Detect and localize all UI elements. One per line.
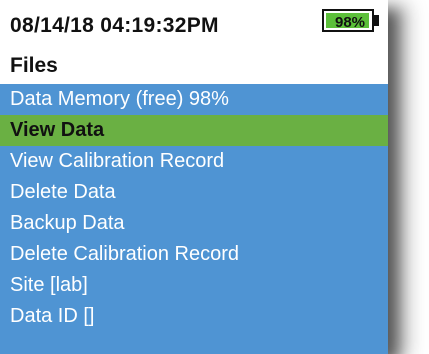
menu-item-data-memory[interactable]: Data Memory (free) 98%	[0, 84, 388, 115]
battery-cap	[374, 15, 379, 26]
battery-icon: 98%	[322, 9, 382, 34]
menu-item-backup-data[interactable]: Backup Data	[0, 208, 388, 239]
menu-item-site[interactable]: Site [lab]	[0, 270, 388, 301]
files-menu: Data Memory (free) 98% View Data View Ca…	[0, 84, 388, 354]
status-bar: 08/14/18 04:19:32PM 98%	[0, 0, 388, 50]
battery-body: 98%	[322, 9, 374, 32]
menu-item-view-data[interactable]: View Data	[0, 115, 388, 146]
page-title: Files	[10, 54, 58, 77]
device-screen: 08/14/18 04:19:32PM 98% Files Data Memor…	[0, 0, 388, 354]
menu-item-delete-data[interactable]: Delete Data	[0, 177, 388, 208]
menu-item-delete-calibration-record[interactable]: Delete Calibration Record	[0, 239, 388, 270]
menu-item-view-calibration-record[interactable]: View Calibration Record	[0, 146, 388, 177]
date-time: 08/14/18 04:19:32PM	[10, 14, 219, 37]
battery-level-label: 98%	[334, 14, 366, 31]
menu-item-data-id[interactable]: Data ID []	[0, 301, 388, 332]
